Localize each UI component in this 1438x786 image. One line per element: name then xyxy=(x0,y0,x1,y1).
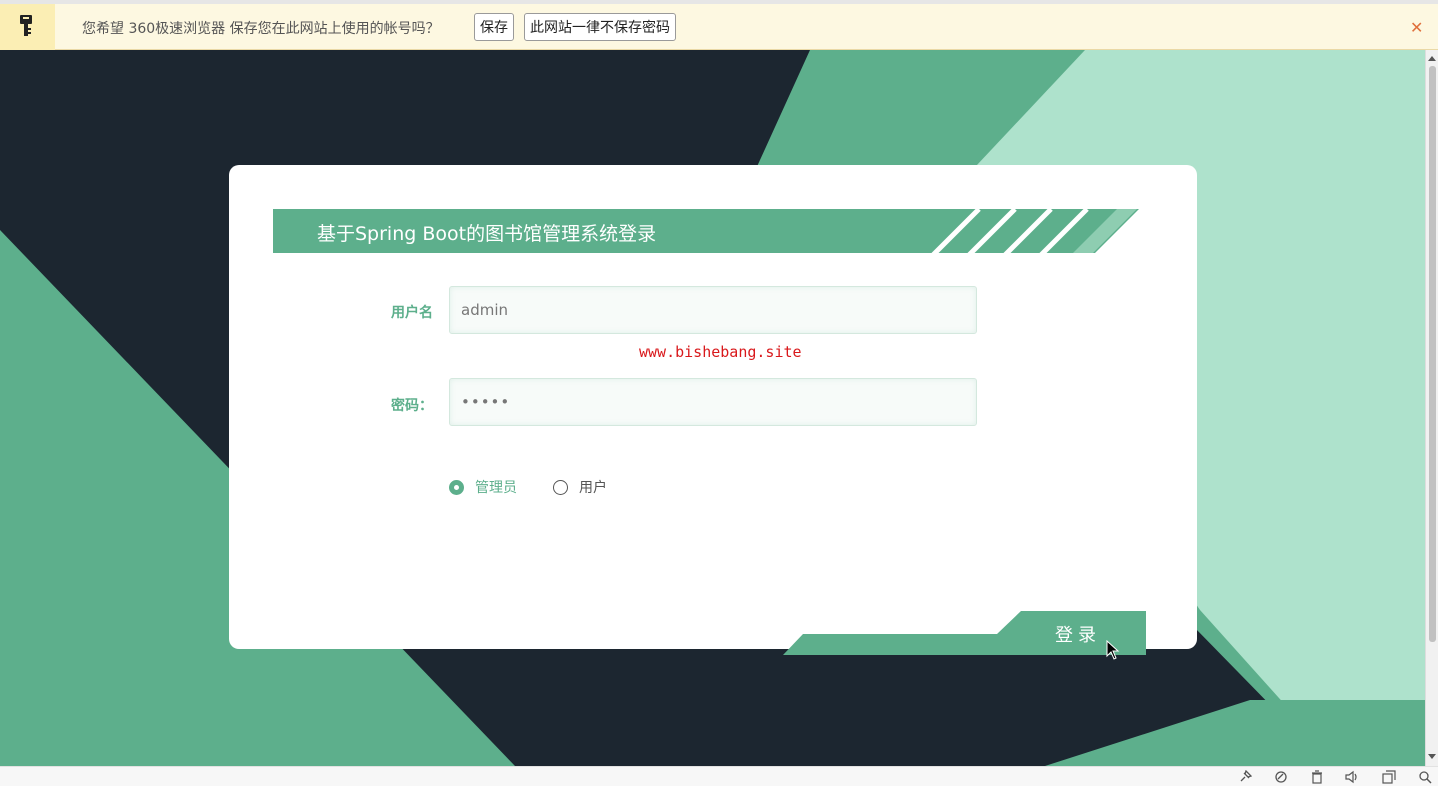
pin-icon[interactable] xyxy=(1238,770,1252,784)
save-password-button[interactable]: 保存 xyxy=(474,13,514,41)
page-title: 基于Spring Boot的图书馆管理系统登录 xyxy=(317,223,657,245)
scroll-up-icon[interactable] xyxy=(1428,56,1436,61)
refresh-icon[interactable] xyxy=(1274,770,1288,784)
role-label-user: 用户 xyxy=(579,480,607,496)
login-title-banner: 基于Spring Boot的图书馆管理系统登录 xyxy=(273,209,1153,253)
close-icon[interactable]: ✕ xyxy=(1410,18,1423,37)
password-input[interactable]: ••••• xyxy=(449,378,977,426)
radio-checked-icon xyxy=(449,479,464,495)
password-save-message: 您希望 360极速浏览器 保存您在此网站上使用的帐号吗？ xyxy=(82,21,440,37)
login-button[interactable]: 登录 xyxy=(783,610,1147,656)
mouse-cursor-icon xyxy=(1106,640,1120,660)
role-radio-user[interactable]: 用户 xyxy=(553,477,607,497)
role-radio-admin[interactable]: 管理员 xyxy=(449,477,517,497)
login-card: 基于Spring Boot的图书馆管理系统登录 用户名 admin www.bi… xyxy=(229,165,1197,655)
stripe-decoration xyxy=(931,209,1153,253)
password-label: 密码： xyxy=(391,398,433,414)
username-label: 用户名 xyxy=(391,305,433,321)
never-save-button[interactable]: 此网站一律不保存密码 xyxy=(524,13,676,41)
radio-unchecked-icon xyxy=(553,479,568,495)
password-save-bar: 您希望 360极速浏览器 保存您在此网站上使用的帐号吗？ 保存 此网站一律不保存… xyxy=(0,0,1438,50)
window-icon[interactable] xyxy=(1382,770,1396,784)
login-button-label: 登录 xyxy=(1055,625,1101,646)
username-input[interactable]: admin xyxy=(449,286,977,334)
volume-icon[interactable] xyxy=(1345,770,1359,784)
role-label-admin: 管理员 xyxy=(475,480,517,496)
search-icon[interactable] xyxy=(1418,770,1432,784)
scroll-down-icon[interactable] xyxy=(1428,754,1436,759)
key-icon xyxy=(0,4,55,50)
browser-status-bar xyxy=(0,766,1438,786)
watermark-text: www.bishebang.site xyxy=(639,343,802,361)
trash-icon[interactable] xyxy=(1310,770,1324,784)
vertical-scrollbar[interactable] xyxy=(1425,50,1438,766)
scroll-thumb[interactable] xyxy=(1429,66,1436,642)
